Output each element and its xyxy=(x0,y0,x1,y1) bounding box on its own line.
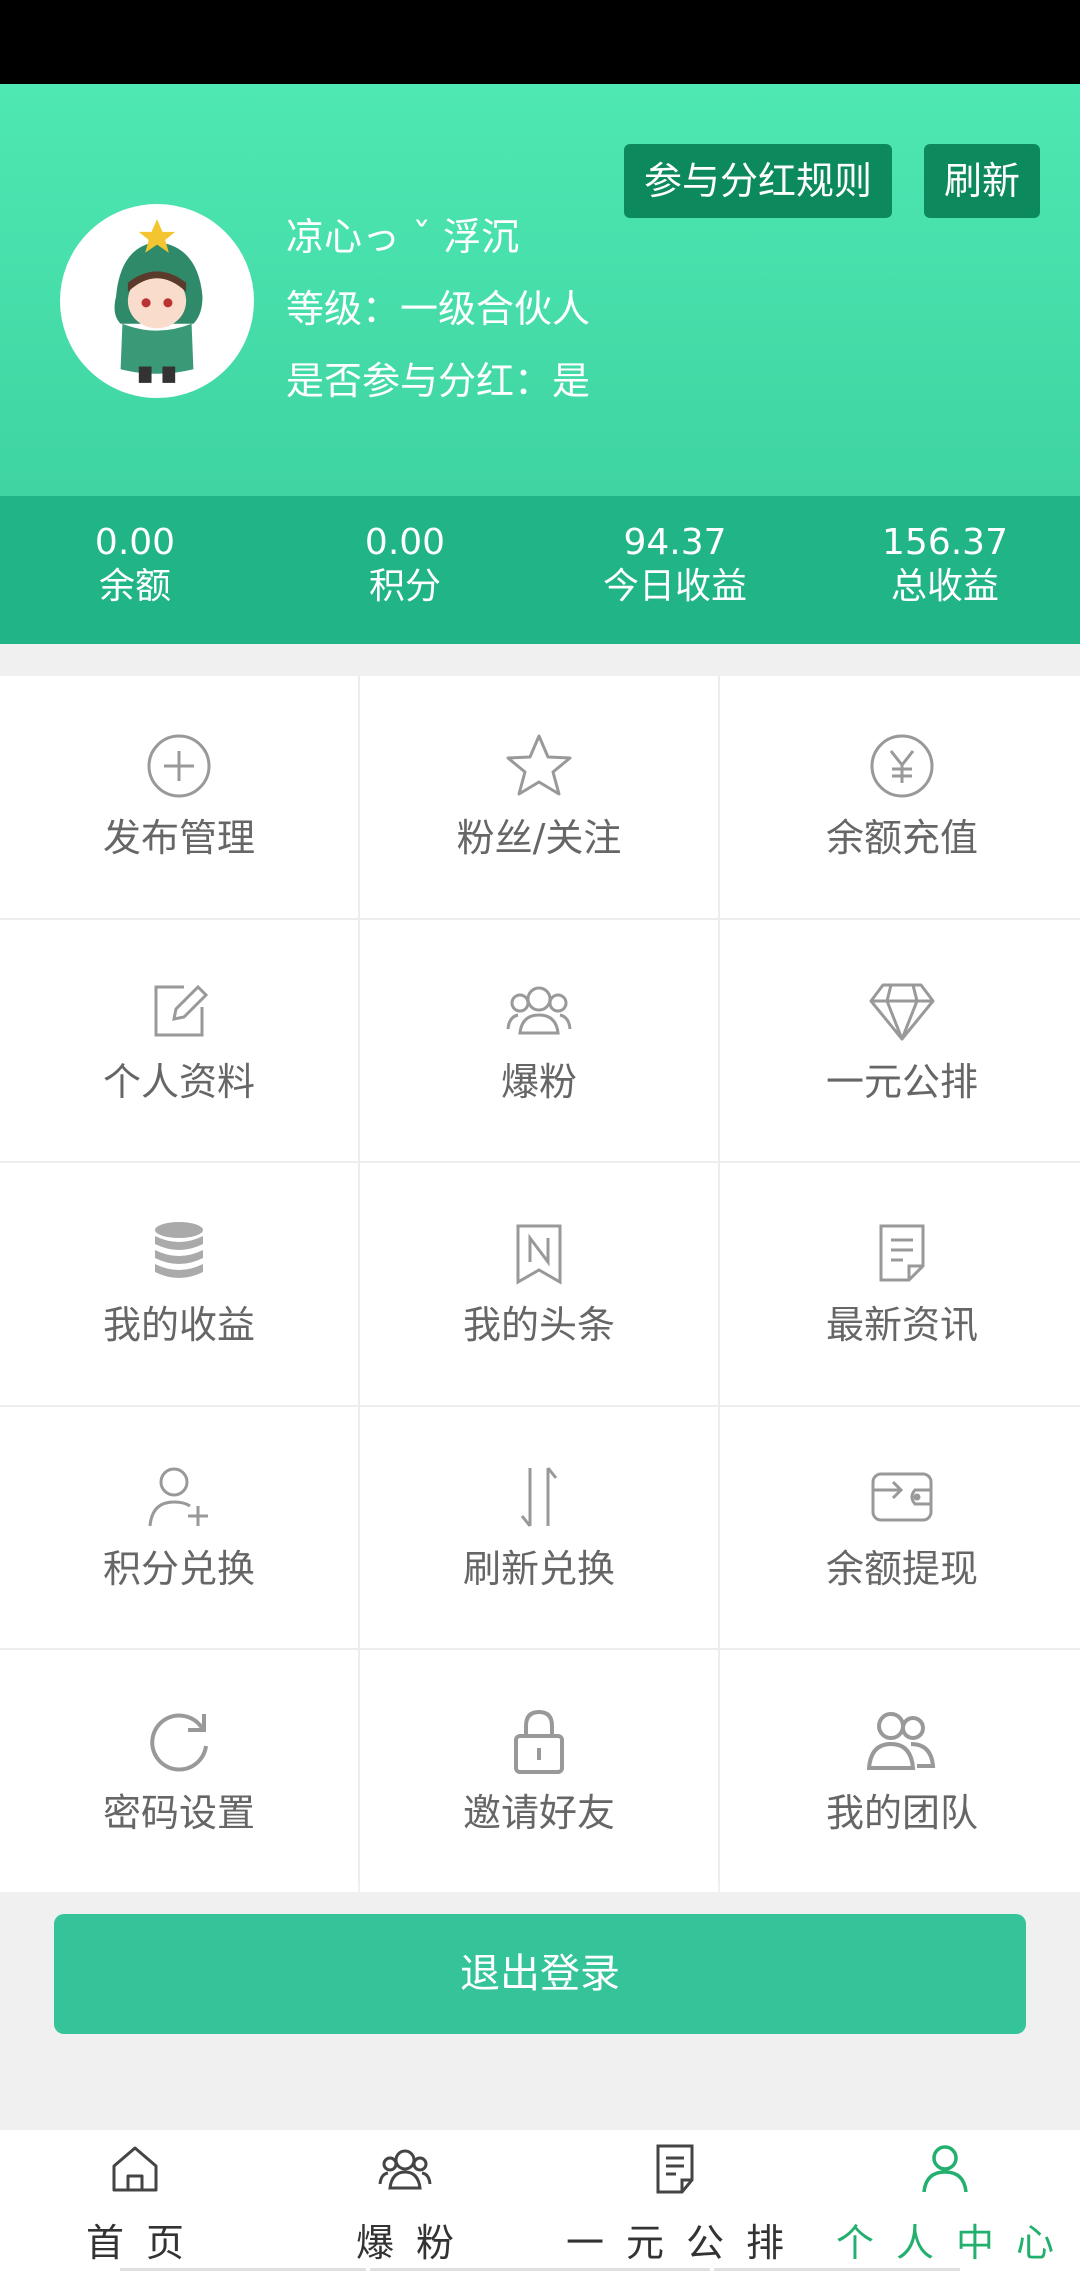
tab-boost-fans[interactable]: 爆粉 xyxy=(270,2130,540,2280)
dividend-status: 是否参与分红：是 xyxy=(286,359,591,403)
stat-today-earnings[interactable]: 94.37 今日收益 xyxy=(540,496,810,644)
menu-refresh-exchange[interactable]: 刷新兑换 xyxy=(360,1406,718,1649)
swap-arrows-icon xyxy=(504,1462,574,1532)
stat-value: 156.37 xyxy=(882,522,1008,563)
menu-balance-recharge[interactable]: 余额充值 xyxy=(720,676,1080,918)
menu-label: 我的团队 xyxy=(825,1790,978,1835)
menu-one-yuan-queue[interactable]: 一元公排 xyxy=(720,919,1080,1162)
username: 凉心っ ˇ 浮沉 xyxy=(286,215,520,259)
menu-label: 邀请好友 xyxy=(462,1790,615,1835)
document-icon xyxy=(867,1218,937,1288)
stat-total-earnings[interactable]: 156.37 总收益 xyxy=(810,496,1080,644)
avatar[interactable] xyxy=(60,204,254,398)
document-icon xyxy=(648,2142,702,2196)
logout-button[interactable]: 退出登录 xyxy=(54,1914,1026,2034)
menu-label: 个人资料 xyxy=(102,1059,255,1104)
bottom-tab-bar: 首页 爆粉 一元公排 个人中心 xyxy=(0,2130,1080,2280)
refresh-icon xyxy=(144,1706,214,1776)
tab-one-yuan-queue[interactable]: 一元公排 xyxy=(540,2130,810,2280)
profile-header: 凉心っ ˇ 浮沉 等级：一级合伙人 是否参与分红：是 参与分红规则 刷新 xyxy=(0,84,1080,496)
users-icon xyxy=(504,975,574,1045)
dividend-rules-button[interactable]: 参与分红规则 xyxy=(624,144,893,218)
menu-label: 积分兑换 xyxy=(102,1547,255,1592)
menu-label: 发布管理 xyxy=(102,816,255,861)
user-plus-icon xyxy=(144,1462,214,1532)
yen-circle-icon xyxy=(867,731,937,801)
tab-home[interactable]: 首页 xyxy=(0,2130,270,2280)
menu-label: 最新资讯 xyxy=(825,1303,978,1348)
menu-fans-follow[interactable]: 粉丝/关注 xyxy=(360,676,718,918)
coins-icon xyxy=(144,1218,214,1288)
menu-my-team[interactable]: 我的团队 xyxy=(720,1650,1080,1892)
menu-label: 我的收益 xyxy=(102,1303,255,1348)
menu-label: 刷新兑换 xyxy=(462,1547,615,1592)
menu-boost-fans[interactable]: 爆粉 xyxy=(360,919,718,1162)
user-icon xyxy=(918,2142,972,2196)
tab-label: 个人中心 xyxy=(835,2221,1076,2265)
edit-icon xyxy=(144,975,214,1045)
menu-label: 余额提现 xyxy=(825,1547,978,1592)
avatar-image xyxy=(66,210,248,392)
stat-label: 总收益 xyxy=(890,566,999,607)
tab-personal-center[interactable]: 个人中心 xyxy=(810,2130,1080,2280)
menu-publish-management[interactable]: 发布管理 xyxy=(0,676,358,918)
status-bar xyxy=(0,0,1080,84)
menu-label: 粉丝/关注 xyxy=(456,816,622,861)
diamond-icon xyxy=(867,975,937,1045)
tab-label: 一元公排 xyxy=(565,2221,806,2265)
bottom-divider xyxy=(0,2268,1080,2280)
menu-label: 我的头条 xyxy=(462,1303,615,1348)
menu-password-settings[interactable]: 密码设置 xyxy=(0,1650,358,1892)
menu-my-headlines[interactable]: 我的头条 xyxy=(360,1163,718,1405)
stat-value: 94.37 xyxy=(623,522,727,563)
wallet-icon xyxy=(867,1462,937,1532)
lock-icon xyxy=(504,1706,574,1776)
refresh-button[interactable]: 刷新 xyxy=(924,144,1041,218)
stat-label: 积分 xyxy=(368,566,441,607)
team-icon xyxy=(867,1706,937,1776)
menu-points-exchange[interactable]: 积分兑换 xyxy=(0,1406,358,1649)
users-icon xyxy=(378,2142,432,2196)
tab-label: 首页 xyxy=(85,2221,206,2265)
menu-profile[interactable]: 个人资料 xyxy=(0,919,358,1162)
stats-bar: 0.00 余额 0.00 积分 94.37 今日收益 156.37 总收益 xyxy=(0,496,1080,644)
stat-label: 余额 xyxy=(98,566,171,607)
star-icon xyxy=(504,731,574,801)
plus-circle-icon xyxy=(144,731,214,801)
stat-balance[interactable]: 0.00 余额 xyxy=(0,496,270,644)
stat-value: 0.00 xyxy=(94,522,176,563)
stat-points[interactable]: 0.00 积分 xyxy=(270,496,540,644)
menu-balance-withdraw[interactable]: 余额提现 xyxy=(720,1406,1080,1649)
menu-label: 爆粉 xyxy=(500,1059,577,1104)
menu-my-earnings[interactable]: 我的收益 xyxy=(0,1163,358,1405)
menu-label: 一元公排 xyxy=(825,1059,978,1104)
menu-label: 密码设置 xyxy=(102,1790,255,1835)
user-level: 等级：一级合伙人 xyxy=(286,287,591,331)
menu-latest-news[interactable]: 最新资讯 xyxy=(720,1163,1080,1405)
tab-label: 爆粉 xyxy=(355,2221,476,2265)
stat-label: 今日收益 xyxy=(602,566,747,607)
menu-label: 余额充值 xyxy=(825,816,978,861)
home-icon xyxy=(108,2142,162,2196)
stat-value: 0.00 xyxy=(364,522,446,563)
bookmark-n-icon xyxy=(504,1218,574,1288)
menu-grid: 发布管理 粉丝/关注 余额充值 个人资料 爆粉 一元公排 我的收益 我的头条 最… xyxy=(0,676,1080,1892)
menu-invite-friends[interactable]: 邀请好友 xyxy=(360,1650,718,1892)
